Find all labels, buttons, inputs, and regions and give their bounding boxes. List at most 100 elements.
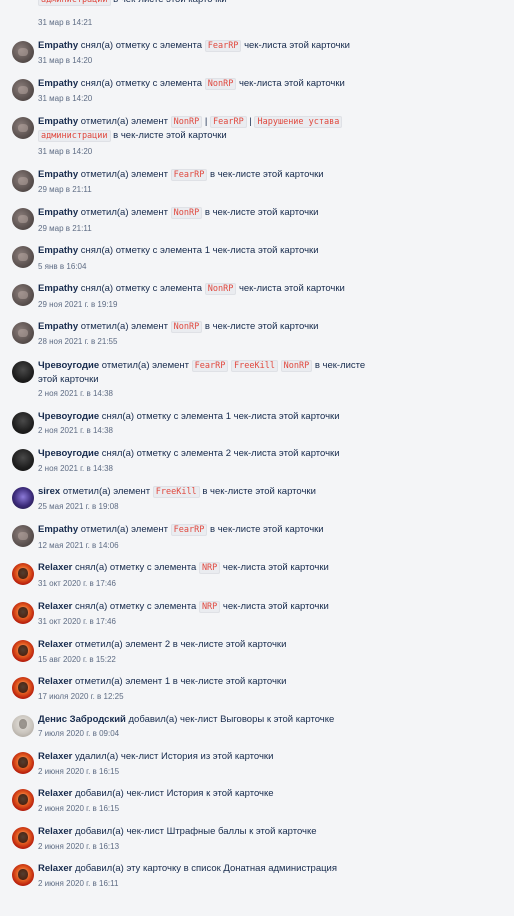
user-name[interactable]: Empathy bbox=[38, 245, 78, 256]
activity-text: Empathy отметил(а) элемент NonRP | FearR… bbox=[38, 115, 374, 143]
activity-action-text: в чек-листе этой карточки bbox=[199, 486, 316, 497]
activity-action-text: отметил(а) элемент bbox=[78, 207, 171, 218]
activity-text: Чревоугодие отметил(а) элемент FearRP Fr… bbox=[38, 359, 374, 387]
activity-date-link[interactable]: 2 ноя 2021 г. в 14:38 bbox=[38, 464, 113, 474]
activity-date-link[interactable]: 29 мар в 21:11 bbox=[38, 185, 92, 195]
user-avatar[interactable] bbox=[12, 827, 34, 849]
user-name[interactable]: Relaxer bbox=[38, 639, 72, 650]
user-avatar[interactable] bbox=[12, 487, 34, 509]
activity-action-text: отметил(а) элемент bbox=[60, 486, 153, 497]
checklist-item-tag: администрации bbox=[38, 0, 111, 6]
activity-date-link[interactable]: 31 мар в 14:21 bbox=[38, 18, 92, 28]
user-name[interactable]: Empathy bbox=[38, 283, 78, 294]
activity-action-text: снял(а) отметку с элемента bbox=[72, 601, 199, 612]
activity-action-text: добавил(а) чек-лист Штрафные баллы к это… bbox=[72, 826, 317, 837]
activity-action-text: чек-листа этой карточки bbox=[241, 40, 350, 51]
user-name[interactable]: Empathy bbox=[38, 169, 78, 180]
activity-text: Relaxer добавил(а) эту карточку в список… bbox=[38, 862, 374, 876]
activity-date-link[interactable]: 2 ноя 2021 г. в 14:38 bbox=[38, 389, 113, 399]
user-name[interactable]: Relaxer bbox=[38, 788, 72, 799]
checklist-item-tag: FreeKill bbox=[231, 360, 278, 372]
user-avatar[interactable] bbox=[12, 525, 34, 547]
activity-date-link[interactable]: 31 мар в 14:20 bbox=[38, 56, 92, 66]
user-avatar[interactable] bbox=[12, 677, 34, 699]
activity-action-text: снял(а) отметку с элемента 1 чек-листа э… bbox=[78, 245, 319, 256]
activity-date-link[interactable]: 2 ноя 2021 г. в 14:38 bbox=[38, 426, 113, 436]
activity-action-text: добавил(а) эту карточку в список Донатна… bbox=[72, 863, 338, 874]
user-avatar[interactable] bbox=[12, 170, 34, 192]
activity-date-link[interactable]: 31 окт 2020 г. в 17:46 bbox=[38, 617, 116, 627]
activity-date-link[interactable]: 28 ноя 2021 г. в 21:55 bbox=[38, 337, 117, 347]
user-avatar[interactable] bbox=[12, 208, 34, 230]
activity-text: Empathy снял(а) отметку с элемента NonRP… bbox=[38, 77, 374, 91]
user-avatar[interactable] bbox=[12, 412, 34, 434]
activity-date-link[interactable]: 12 мая 2021 г. в 14:06 bbox=[38, 541, 119, 551]
checklist-item-tag: администрации bbox=[38, 130, 111, 142]
user-name[interactable]: Денис Забродский bbox=[38, 714, 126, 725]
activity-date-link[interactable]: 2 июня 2020 г. в 16:13 bbox=[38, 842, 119, 852]
user-name[interactable]: Empathy bbox=[38, 207, 78, 218]
checklist-item-tag: NonRP bbox=[170, 207, 203, 219]
checklist-item-tag: NonRP bbox=[170, 321, 203, 333]
activity-date-link[interactable]: 31 мар в 14:20 bbox=[38, 147, 92, 157]
user-name[interactable]: Empathy bbox=[38, 78, 78, 89]
user-name[interactable]: Empathy bbox=[38, 116, 78, 127]
activity-date-link[interactable]: 17 июля 2020 г. в 12:25 bbox=[38, 692, 124, 702]
activity-text: Relaxer добавил(а) чек-лист История к эт… bbox=[38, 787, 374, 801]
activity-action-text: удалил(а) чек-лист История из этой карто… bbox=[72, 751, 274, 762]
user-avatar[interactable] bbox=[12, 602, 34, 624]
activity-action-text: снял(а) отметку с элемента 1 чек-листа э… bbox=[99, 411, 340, 422]
user-avatar[interactable] bbox=[12, 789, 34, 811]
user-name[interactable]: Empathy bbox=[38, 40, 78, 51]
user-name[interactable]: Relaxer bbox=[38, 601, 72, 612]
activity-date-link[interactable]: 29 мар в 21:11 bbox=[38, 224, 92, 234]
user-avatar[interactable] bbox=[12, 715, 34, 737]
activity-date-link[interactable]: 2 июня 2020 г. в 16:15 bbox=[38, 804, 119, 814]
activity-text: Relaxer снял(а) отметку с элемента NRP ч… bbox=[38, 561, 374, 575]
user-avatar[interactable] bbox=[12, 322, 34, 344]
activity-action-text: в чек-листе этой карточки bbox=[207, 169, 324, 180]
activity-text: Чревоугодие снял(а) отметку с элемента 1… bbox=[38, 410, 374, 424]
user-name[interactable]: sirex bbox=[38, 486, 60, 497]
user-avatar[interactable] bbox=[12, 563, 34, 585]
activity-date-link[interactable]: 31 мар в 14:20 bbox=[38, 94, 92, 104]
user-name[interactable]: Чревоугодие bbox=[38, 360, 99, 371]
user-name[interactable]: Relaxer bbox=[38, 676, 72, 687]
user-name[interactable]: Empathy bbox=[38, 524, 78, 535]
user-name[interactable]: Relaxer bbox=[38, 751, 72, 762]
activity-date-link[interactable]: 2 июня 2020 г. в 16:15 bbox=[38, 767, 119, 777]
user-avatar[interactable] bbox=[12, 752, 34, 774]
user-avatar[interactable] bbox=[12, 117, 34, 139]
activity-date-link[interactable]: 15 авг 2020 г. в 15:22 bbox=[38, 655, 116, 665]
activity-text: Empathy отметил(а) элемент FearRP в чек-… bbox=[38, 523, 374, 537]
checklist-item-tag: NRP bbox=[198, 601, 221, 613]
user-name[interactable]: Relaxer bbox=[38, 863, 72, 874]
user-avatar[interactable] bbox=[12, 640, 34, 662]
user-avatar[interactable] bbox=[12, 361, 34, 383]
checklist-item-tag: FearRP bbox=[204, 40, 242, 52]
user-name[interactable]: Чревоугодие bbox=[38, 411, 99, 422]
checklist-item-tag: FearRP bbox=[191, 360, 229, 372]
user-avatar[interactable] bbox=[12, 284, 34, 306]
activity-date-link[interactable]: 25 мая 2021 г. в 19:08 bbox=[38, 502, 119, 512]
user-avatar[interactable] bbox=[12, 41, 34, 63]
user-avatar[interactable] bbox=[12, 449, 34, 471]
activity-text: Empathy снял(а) отметку с элемента FearR… bbox=[38, 39, 374, 53]
user-name[interactable]: Relaxer bbox=[38, 826, 72, 837]
activity-date-link[interactable]: 31 окт 2020 г. в 17:46 bbox=[38, 579, 116, 589]
activity-action-text: отметил(а) элемент bbox=[99, 360, 192, 371]
activity-date-link[interactable]: 29 ноя 2021 г. в 19:19 bbox=[38, 300, 117, 310]
user-avatar[interactable] bbox=[12, 79, 34, 101]
activity-date-link[interactable]: 5 янв в 16:04 bbox=[38, 262, 86, 272]
activity-action-text: снял(а) отметку с элемента bbox=[78, 283, 205, 294]
user-name[interactable]: Empathy bbox=[38, 321, 78, 332]
activity-date-link[interactable]: 7 июля 2020 г. в 09:04 bbox=[38, 729, 119, 739]
activity-date-link[interactable]: 2 июня 2020 г. в 16:11 bbox=[38, 879, 118, 889]
user-avatar[interactable] bbox=[12, 246, 34, 268]
checklist-item-tag: Нарушение устава bbox=[254, 116, 343, 128]
activity-action-text: чек-листа этой карточки bbox=[220, 601, 329, 612]
user-name[interactable]: Relaxer bbox=[38, 562, 72, 573]
user-name[interactable]: Чревоугодие bbox=[38, 448, 99, 459]
user-avatar[interactable] bbox=[12, 864, 34, 886]
activity-action-text: отметил(а) элемент bbox=[78, 321, 171, 332]
